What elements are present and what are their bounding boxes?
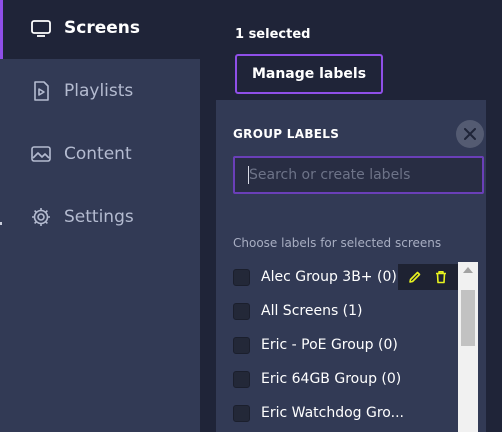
image-icon xyxy=(30,143,52,165)
label-checkbox[interactable] xyxy=(233,370,250,388)
scrollbar-thumb[interactable] xyxy=(461,290,475,346)
list-scrollbar[interactable] xyxy=(458,262,478,432)
selected-count: 1 selected xyxy=(235,27,311,42)
text-caret xyxy=(248,166,249,184)
manage-labels-button[interactable]: Manage labels xyxy=(235,54,383,94)
pencil-icon[interactable] xyxy=(407,269,423,285)
list-item[interactable]: Eric - PoE Group (0) xyxy=(233,328,458,362)
sidebar-item-screens[interactable]: Screens xyxy=(0,0,200,59)
close-icon xyxy=(464,128,476,140)
sidebar-item-content[interactable]: Content xyxy=(0,123,200,185)
label-search-input[interactable] xyxy=(233,156,484,194)
edge-marker xyxy=(0,222,2,225)
gear-icon xyxy=(30,206,52,228)
popup-title: GROUP LABELS xyxy=(233,127,340,141)
sidebar-item-label: Content xyxy=(64,144,132,164)
sidebar-item-label: Screens xyxy=(64,18,140,38)
label-checkbox[interactable] xyxy=(233,268,250,286)
label-name: Alec Group 3B+ (0) xyxy=(261,269,397,285)
label-name: Eric 64GB Group (0) xyxy=(261,371,402,387)
list-item[interactable]: Eric Watchdog Gro... xyxy=(233,396,458,430)
list-item[interactable]: Eric 64GB Group (0) xyxy=(233,362,458,396)
sidebar-item-settings[interactable]: Settings xyxy=(0,186,200,248)
sidebar-item-playlists[interactable]: Playlists xyxy=(0,60,200,122)
trash-icon[interactable] xyxy=(433,269,449,285)
close-button[interactable] xyxy=(456,120,484,148)
label-name: Eric Watchdog Gro... xyxy=(261,405,404,421)
label-checkbox[interactable] xyxy=(233,336,250,354)
sidebar-item-label: Settings xyxy=(64,207,134,227)
monitor-icon xyxy=(30,17,52,39)
scroll-up-arrow-icon[interactable] xyxy=(458,262,478,278)
main-panel: 1 selected Manage labels GROUP LABELS Ch… xyxy=(200,0,502,432)
label-name: Eric - PoE Group (0) xyxy=(261,337,398,353)
list-item[interactable]: All Screens (1) xyxy=(233,294,458,328)
label-checkbox[interactable] xyxy=(233,302,250,320)
main-panel-edge xyxy=(486,98,502,432)
label-name: All Screens (1) xyxy=(261,303,363,319)
row-actions xyxy=(398,264,458,290)
playlist-icon xyxy=(30,80,52,102)
group-labels-popup: GROUP LABELS Choose labels for selected … xyxy=(216,100,486,432)
sidebar-item-label: Playlists xyxy=(64,81,134,101)
label-checkbox[interactable] xyxy=(233,404,250,422)
sidebar: Screens Playlists Content Settings xyxy=(0,0,200,432)
choose-labels-text: Choose labels for selected screens xyxy=(233,236,442,250)
